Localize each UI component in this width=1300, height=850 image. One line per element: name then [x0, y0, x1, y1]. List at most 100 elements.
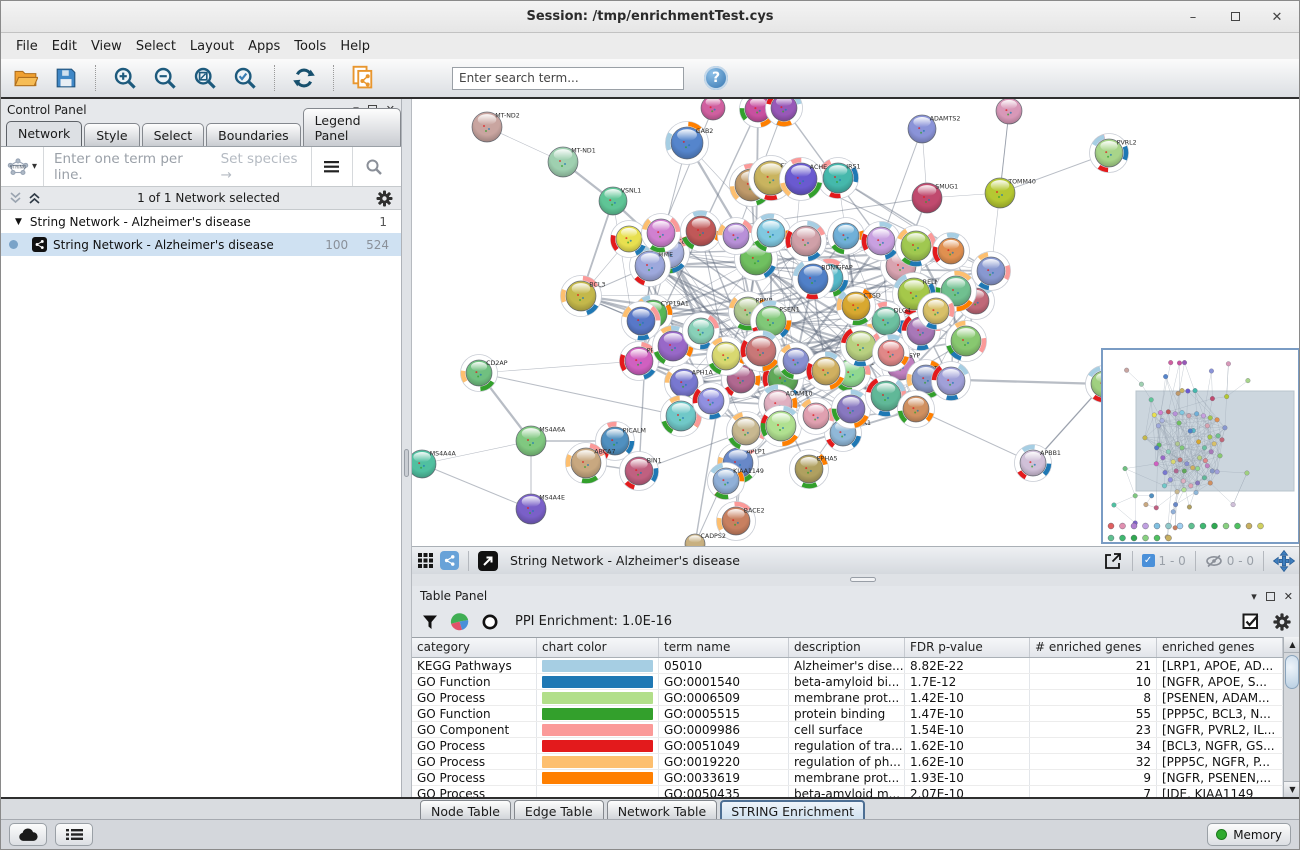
node-PVRL2[interactable]: PVRL2 [1090, 134, 1137, 173]
table-row[interactable]: GO ProcessGO:0033619membrane prot...1.93… [412, 770, 1283, 786]
tab-network[interactable]: Network [6, 121, 82, 146]
node-CD2AP[interactable]: CD2AP [461, 355, 508, 392]
table-row[interactable]: GO FunctionGO:0005515protein binding1.47… [412, 706, 1283, 722]
refresh-icon[interactable] [289, 63, 319, 93]
tree-expand-icon[interactable]: ▼ [15, 217, 22, 227]
help-icon[interactable]: ? [704, 66, 728, 90]
menu-item-help[interactable]: Help [333, 36, 377, 57]
table-scrollbar[interactable]: ▲ ▼ [1283, 637, 1300, 797]
save-icon[interactable] [51, 63, 81, 93]
tab-select[interactable]: Select [142, 123, 205, 146]
table-row[interactable]: GO ProcessGO:0051049regulation of tra...… [412, 738, 1283, 754]
memory-button[interactable]: Memory [1207, 823, 1291, 846]
menu-item-view[interactable]: View [84, 36, 129, 57]
external-link-icon[interactable] [478, 551, 498, 571]
node-ABCA7[interactable]: ABCA7 [566, 443, 616, 484]
node-BIN1[interactable]: BIN1 [620, 452, 662, 491]
vertical-splitter[interactable] [402, 99, 412, 797]
node[interactable] [798, 398, 835, 435]
table-row[interactable]: KEGG Pathways05010Alzheimer's dise...8.8… [412, 658, 1283, 674]
node[interactable] [752, 214, 791, 253]
string-options-icon[interactable] [311, 147, 352, 186]
menu-item-layout[interactable]: Layout [183, 36, 241, 57]
node-SMUG1[interactable]: SMUG1 [912, 183, 958, 213]
splitter-handle[interactable] [404, 449, 409, 477]
zoom-selected-icon[interactable] [230, 63, 260, 93]
node[interactable] [786, 221, 827, 262]
panel-menu-icon[interactable]: ▾ [1251, 590, 1257, 603]
node[interactable] [693, 383, 730, 420]
node[interactable] [896, 226, 937, 267]
menu-item-tools[interactable]: Tools [287, 36, 333, 57]
column-header-chart-color[interactable]: chart color [537, 638, 659, 657]
node[interactable] [727, 412, 766, 451]
expand-all-icon[interactable] [28, 192, 41, 204]
node[interactable] [862, 222, 901, 261]
scroll-up-icon[interactable]: ▲ [1284, 637, 1300, 653]
node-ACHE[interactable]: ACHE [780, 158, 828, 201]
set-species-hint[interactable]: Set species → [221, 151, 301, 183]
zoom-out-icon[interactable] [150, 63, 180, 93]
table-row[interactable]: GO ProcessGO:0050435beta-amyloid m...2.0… [412, 786, 1283, 797]
node[interactable] [681, 211, 722, 252]
move-cross-icon[interactable] [1273, 550, 1295, 572]
node-ADAMTS2[interactable]: ADAMTS2 [908, 115, 960, 143]
minimize-button[interactable]: – [1185, 10, 1201, 25]
birds-eye-view[interactable] [1101, 348, 1300, 544]
column-header-FDR-p-value[interactable]: FDR p-value [905, 638, 1030, 657]
grid-view-icon[interactable] [418, 553, 434, 569]
menu-item-apps[interactable]: Apps [241, 36, 287, 57]
node[interactable] [828, 218, 865, 255]
node[interactable] [701, 99, 725, 120]
document-share-icon[interactable] [348, 63, 378, 93]
close-button[interactable]: ✕ [1269, 10, 1285, 25]
dropdown-caret-icon[interactable]: ▾ [32, 161, 37, 172]
node-GAB2[interactable]: GAB2 [666, 122, 714, 165]
node[interactable] [946, 321, 987, 362]
node[interactable] [898, 391, 935, 428]
tab-legend-panel[interactable]: Legend Panel [303, 108, 401, 146]
menu-item-file[interactable]: File [9, 36, 45, 57]
string-search-icon[interactable] [352, 147, 395, 186]
node[interactable] [611, 221, 648, 258]
splitter-handle[interactable] [850, 577, 876, 582]
export-network-icon[interactable] [1103, 552, 1123, 570]
panel-close-icon[interactable]: ✕ [1284, 590, 1293, 603]
zoom-fit-icon[interactable] [190, 63, 220, 93]
scrollbar-thumb[interactable] [1285, 655, 1299, 689]
share-view-icon[interactable] [440, 551, 459, 570]
node-APBB1[interactable]: APBB1 [1015, 445, 1061, 482]
collapse-all-icon[interactable] [9, 192, 22, 204]
filter-funnel-icon[interactable] [422, 614, 438, 630]
network-canvas[interactable]: MT-ND2MT-ND1VSNL1GAB2IRS1ABCA1CHATACHEAD… [412, 99, 1300, 546]
settings-gear-icon[interactable] [1273, 613, 1291, 631]
zoom-in-icon[interactable] [110, 63, 140, 93]
string-query-input[interactable]: Enter one term per line. Set species → [44, 151, 311, 183]
network-options-gear-icon[interactable] [376, 190, 393, 207]
node[interactable] [807, 352, 846, 391]
node-MS4A4A[interactable]: MS4A4A [412, 450, 456, 478]
node[interactable] [996, 99, 1022, 124]
scroll-down-icon[interactable]: ▼ [1284, 781, 1300, 797]
select-terms-icon[interactable] [1242, 613, 1259, 630]
node[interactable] [761, 406, 802, 447]
table-row[interactable]: GO ComponentGO:0009986cell surface1.54E-… [412, 722, 1283, 738]
node-KIAA1149[interactable]: KIAA1149 [708, 463, 764, 500]
maximize-button[interactable] [1227, 10, 1243, 25]
node-EPHA5[interactable]: EPHA5 [790, 450, 838, 489]
open-folder-icon[interactable] [11, 63, 41, 93]
column-header-category[interactable]: category [412, 638, 537, 657]
column-header-term-name[interactable]: term name [659, 638, 789, 657]
ring-chart-icon[interactable] [481, 613, 499, 631]
search-input[interactable] [452, 67, 684, 90]
node-CADPS2[interactable]: CADPS2 [685, 533, 726, 546]
network-collection-row[interactable]: ▼ String Network - Alzheimer's disease 1 [1, 210, 401, 233]
column-header--enriched-genes[interactable]: # enriched genes [1030, 638, 1157, 657]
node[interactable] [918, 293, 955, 330]
cloud-button[interactable] [9, 823, 47, 846]
node-BCL3[interactable]: BCL3 [561, 276, 606, 317]
node-TOMM40[interactable]: TOMM40 [985, 178, 1036, 208]
node-MT-ND2[interactable]: MT-ND2 [472, 112, 520, 142]
table-row[interactable]: GO FunctionGO:0001540beta-amyloid bi...1… [412, 674, 1283, 690]
node[interactable] [933, 233, 970, 270]
